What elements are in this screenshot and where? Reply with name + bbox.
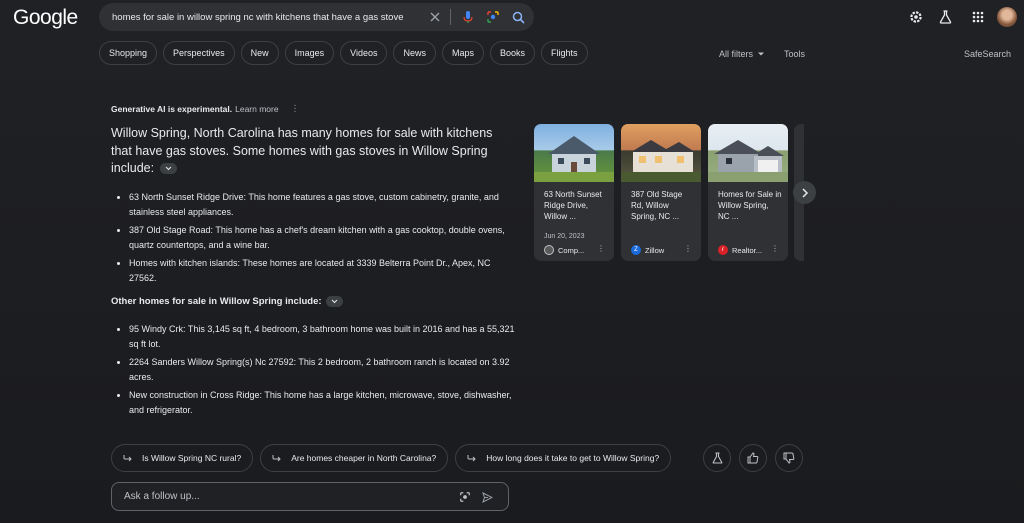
followup-chip[interactable]: Is Willow Spring NC rural? — [111, 444, 254, 472]
mic-icon[interactable] — [459, 8, 477, 26]
followup-chip[interactable]: Are homes cheaper in North Carolina? — [260, 444, 449, 472]
followup-chip[interactable]: How long does it take to get to Willow S… — [455, 444, 672, 472]
expand-chevron-icon[interactable] — [325, 296, 343, 307]
chevron-right-icon — [801, 187, 808, 198]
followup-chip-label: Are homes cheaper in North Carolina? — [291, 453, 437, 463]
search-tabs: Shopping Perspectives New Images Videos … — [99, 41, 594, 65]
apps-grid-icon[interactable] — [969, 8, 987, 26]
tools-button[interactable]: Tools — [784, 49, 805, 59]
lens-icon[interactable] — [458, 490, 472, 504]
all-filters-label: All filters — [719, 49, 754, 59]
followup-chip-label: Is Willow Spring NC rural? — [142, 453, 242, 463]
thumbs-up-button[interactable] — [739, 444, 767, 472]
tab-shopping[interactable]: Shopping — [99, 41, 158, 65]
list-item: New construction in Cross Ridge: This ho… — [129, 388, 519, 417]
search-divider — [450, 9, 451, 25]
search-icon[interactable] — [509, 8, 527, 26]
card-title: Homes for Sale in Willow Spring, NC ... — [718, 190, 782, 221]
tab-books[interactable]: Books — [490, 41, 536, 65]
search-bar[interactable]: homes for sale in willow spring nc with … — [99, 3, 534, 31]
google-logo[interactable]: Google — [13, 6, 78, 30]
flask-icon — [712, 452, 722, 464]
learn-more-link[interactable]: Learn more — [235, 104, 278, 114]
header: Google homes for sale in willow spring n… — [0, 0, 1024, 80]
other-homes-list: 95 Windy Crk: This 3,145 sq ft, 4 bedroo… — [111, 322, 519, 421]
avatar[interactable] — [997, 7, 1017, 27]
card-more-icon[interactable]: ⋮ — [597, 244, 605, 253]
tab-images[interactable]: Images — [284, 41, 335, 65]
list-item: 95 Windy Crk: This 3,145 sq ft, 4 bedroo… — [129, 322, 519, 351]
all-filters-button[interactable]: All filters — [719, 49, 765, 59]
card-source-name: Zillow — [645, 245, 665, 255]
tab-new[interactable]: New — [240, 41, 279, 65]
realtor-favicon-icon: r — [718, 245, 728, 255]
next-cards-button[interactable] — [793, 181, 816, 204]
tab-news[interactable]: News — [393, 41, 436, 65]
tab-maps[interactable]: Maps — [441, 41, 484, 65]
lens-icon[interactable] — [484, 8, 502, 26]
list-item: 2264 Sanders Willow Spring(s) Nc 27592: … — [129, 355, 519, 384]
list-item: 387 Old Stage Road: This home has a chef… — [129, 223, 519, 252]
source-card[interactable]: Homes for Sale in Willow Spring, NC ... … — [708, 124, 788, 261]
compass-favicon-icon — [544, 245, 554, 255]
reply-arrow-icon — [467, 455, 476, 462]
card-house-image — [708, 124, 788, 182]
followup-input[interactable] — [122, 490, 446, 503]
subheading-text: Other homes for sale in Willow Spring in… — [111, 296, 322, 307]
safesearch-button[interactable]: SafeSearch — [964, 49, 1011, 59]
send-icon[interactable] — [480, 490, 494, 504]
followup-chip-label: How long does it take to get to Willow S… — [486, 453, 660, 463]
card-title: 387 Old Stage Rd, Willow Spring, NC ... — [631, 190, 683, 221]
list-item: Homes with kitchen islands: These homes … — [129, 256, 519, 285]
search-input[interactable]: homes for sale in willow spring nc with … — [112, 12, 420, 23]
card-source: Comp... — [544, 245, 584, 255]
ai-disclaimer: Generative AI is experimental. Learn mor… — [111, 103, 299, 114]
source-card[interactable]: 63 North Sunset Ridge Drive, Willow ... … — [534, 124, 614, 261]
card-source: r Realtor... — [718, 245, 762, 255]
reply-arrow-icon — [272, 455, 281, 462]
zillow-favicon-icon: Z — [631, 245, 641, 255]
thumbs-down-button[interactable] — [775, 444, 803, 472]
card-house-image — [534, 124, 614, 182]
tab-perspectives[interactable]: Perspectives — [163, 41, 235, 65]
thumbs-down-icon — [783, 452, 795, 464]
homes-list: 63 North Sunset Ridge Drive: This home f… — [111, 190, 519, 289]
expand-chevron-icon[interactable] — [159, 163, 177, 175]
card-date: Jun 20, 2023 — [544, 233, 585, 240]
tab-flights[interactable]: Flights — [541, 41, 588, 65]
card-title: 63 North Sunset Ridge Drive, Willow ... — [544, 190, 602, 221]
card-source-name: Realtor... — [732, 245, 763, 255]
followup-box[interactable] — [111, 482, 509, 511]
source-card[interactable]: 387 Old Stage Rd, Willow Spring, NC ... … — [621, 124, 701, 261]
followup-suggestions: Is Willow Spring NC rural? Are homes che… — [111, 444, 678, 472]
ai-summary: Willow Spring, North Carolina has many h… — [111, 125, 501, 178]
labs-feedback-button[interactable] — [703, 444, 731, 472]
clear-icon[interactable] — [426, 8, 444, 26]
card-more-icon[interactable]: ⋮ — [684, 244, 692, 253]
disclaimer-text: Generative AI is experimental. — [111, 103, 233, 114]
more-options-icon[interactable]: ⋮ — [291, 103, 300, 114]
ai-overview: Generative AI is experimental. Learn mor… — [0, 80, 1024, 523]
settings-gear-icon[interactable] — [907, 8, 925, 26]
other-homes-heading: Other homes for sale in Willow Spring in… — [111, 296, 343, 307]
caret-down-icon — [758, 52, 765, 56]
list-item: 63 North Sunset Ridge Drive: This home f… — [129, 190, 519, 219]
thumbs-up-icon — [747, 452, 759, 464]
card-more-icon[interactable]: ⋮ — [771, 244, 779, 253]
card-source-name: Comp... — [558, 245, 585, 255]
card-source: Z Zillow — [631, 245, 664, 255]
labs-flask-icon[interactable] — [936, 8, 954, 26]
card-house-image — [621, 124, 701, 182]
tab-videos[interactable]: Videos — [340, 41, 388, 65]
reply-arrow-icon — [123, 455, 132, 462]
